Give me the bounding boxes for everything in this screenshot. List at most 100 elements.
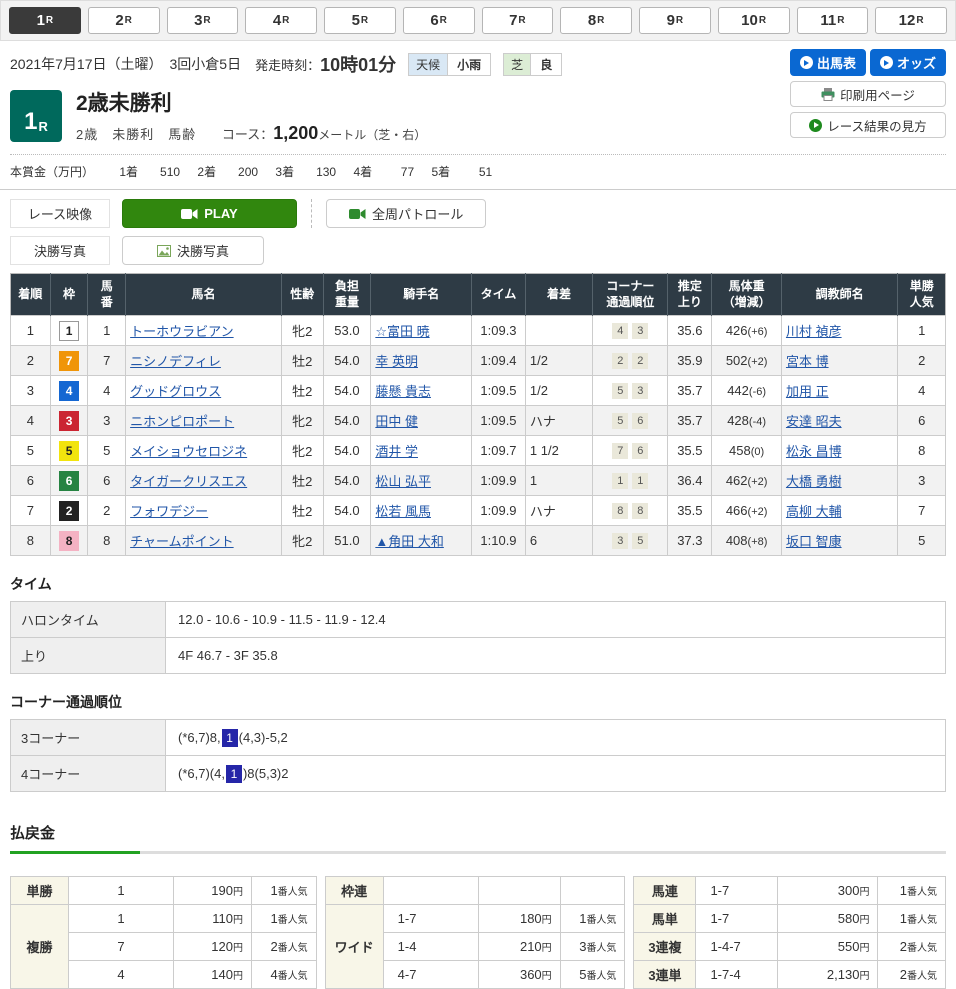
print-page-button[interactable]: 印刷用ページ: [790, 81, 946, 107]
col-horse-number: 馬 番: [88, 274, 126, 316]
trainer-link[interactable]: 松永 昌博: [786, 444, 842, 459]
trainer-link[interactable]: 川村 禎彦: [786, 324, 842, 339]
table-row: 馬連 1-7 300円 1番人気: [634, 877, 946, 905]
payout-table-win-place: 単勝 1 190円 1番人気 複勝 1 110円 1番人気 7 120円 2番人…: [10, 876, 317, 989]
table-header-row: 着順 枠 馬 番 馬名 性齢 負担 重量 騎手名 タイム 着差 コーナー 通過順…: [11, 274, 946, 316]
frame-badge: 4: [59, 381, 79, 401]
payout-section: 払戻金 単勝 1 190円 1番人気 複勝 1 110円 1番人気: [10, 822, 946, 989]
corner-4-order: (*6,7)(4,1)8(5,3)2: [166, 756, 946, 792]
race-tab-4[interactable]: 4R: [245, 7, 317, 34]
exacta-label: 馬単: [634, 905, 696, 933]
last-furlongs-label: 上り: [11, 638, 166, 674]
jockey-link[interactable]: 松山 弘平: [375, 474, 431, 489]
weather-badge: 天候 小雨: [408, 53, 491, 76]
trainer-link[interactable]: 高柳 大輔: [786, 504, 842, 519]
table-row: 8 8 8 チャームポイント 牝2 51.0 ▲角田 大和 1:10.9 6 3…: [11, 526, 946, 556]
race-number-badge: 1R: [10, 90, 62, 142]
jockey-link[interactable]: 松若 風馬: [375, 504, 431, 519]
start-time-label: 発走時刻：: [255, 55, 320, 74]
race-conditions: 2歳 未勝利 馬齢 コース：1,200メートル（芝・右）: [76, 123, 426, 144]
table-row: 単勝 1 190円 1番人気: [11, 877, 317, 905]
trifecta-label: 3連単: [634, 961, 696, 989]
table-row: 2 7 7 ニシノデフィレ 牡2 54.0 幸 英明 1:09.4 1/2 22…: [11, 346, 946, 376]
jockey-link[interactable]: ☆富田 暁: [375, 324, 429, 339]
col-margin: 着差: [525, 274, 592, 316]
race-tab-3[interactable]: 3R: [167, 7, 239, 34]
horse-link[interactable]: トーホウラビアン: [130, 324, 233, 339]
trainer-link[interactable]: 加用 正: [786, 384, 829, 399]
tab-label: 9: [667, 12, 675, 29]
jockey-link[interactable]: 田中 健: [375, 414, 418, 429]
table-row: 上り 4F 46.7 - 3F 35.8: [11, 638, 946, 674]
win-label: 単勝: [11, 877, 69, 905]
horse-link[interactable]: ニシノデフィレ: [130, 354, 221, 369]
race-tab-9[interactable]: 9R: [639, 7, 711, 34]
horse-link[interactable]: グッドグロウス: [130, 384, 221, 399]
frame-badge: 7: [59, 351, 79, 371]
trio-label: 3連複: [634, 933, 696, 961]
race-tab-10[interactable]: 10R: [718, 7, 790, 34]
table-row: 4 3 3 ニホンピロポート 牝2 54.0 田中 健 1:09.5 ハナ 56…: [11, 406, 946, 436]
furlong-time-label: ハロンタイム: [11, 602, 166, 638]
col-corner-order: コーナー 通過順位: [593, 274, 668, 316]
finish-photo-button[interactable]: 決勝写真: [122, 236, 264, 265]
results-guide-button[interactable]: レース結果の見方: [790, 112, 946, 138]
horse-link[interactable]: フォワデジー: [130, 504, 208, 519]
horse-link[interactable]: チャームポイント: [130, 534, 233, 549]
corner-section: コーナー通過順位 3コーナー (*6,7)8,1(4,3)-5,2 4コーナー …: [10, 692, 946, 792]
results-table: 着順 枠 馬 番 馬名 性齢 負担 重量 騎手名 タイム 着差 コーナー 通過順…: [10, 273, 946, 556]
race-tab-11[interactable]: 11R: [797, 7, 869, 34]
photo-icon: [157, 245, 171, 257]
race-tab-2[interactable]: 2R: [88, 7, 160, 34]
odds-button[interactable]: オッズ: [870, 49, 946, 76]
race-tab-bar: 1R 2R 3R 4R 5R 6R 7R 8R 9R 10R 11R 12R: [0, 0, 956, 41]
course-label: コース：: [222, 127, 273, 142]
jockey-link[interactable]: 幸 英明: [375, 354, 418, 369]
jockey-link[interactable]: 酒井 学: [375, 444, 418, 459]
arrow-circle-icon: [880, 56, 893, 69]
jockey-link[interactable]: 藤懸 貴志: [375, 384, 431, 399]
trainer-link[interactable]: 宮本 博: [786, 354, 829, 369]
section-title: 払戻金: [10, 822, 946, 843]
race-tab-6[interactable]: 6R: [403, 7, 475, 34]
frame-badge: 5: [59, 441, 79, 461]
frame-badge: 6: [59, 471, 79, 491]
trainer-link[interactable]: 坂口 智康: [786, 534, 842, 549]
arrow-circle-icon: [809, 119, 822, 132]
winner-highlight: 1: [226, 765, 242, 783]
entry-table-button[interactable]: 出馬表: [790, 49, 866, 76]
horse-link[interactable]: メイショウセロジネ: [130, 444, 247, 459]
winner-highlight: 1: [222, 729, 238, 747]
race-tab-1[interactable]: 1R: [9, 7, 81, 34]
race-tab-12[interactable]: 12R: [875, 7, 947, 34]
col-jockey: 騎手名: [371, 274, 472, 316]
horse-link[interactable]: ニホンピロポート: [130, 414, 234, 429]
tab-label: 1: [37, 12, 45, 29]
table-row: ワイド 1-7 180円 1番人気: [325, 905, 625, 933]
divider: [0, 189, 956, 190]
race-tab-7[interactable]: 7R: [482, 7, 554, 34]
horse-link[interactable]: タイガークリスエス: [130, 474, 247, 489]
tab-label: 8: [588, 12, 596, 29]
col-last-3f: 推定 上り: [668, 274, 712, 316]
jockey-link[interactable]: ▲角田 大和: [375, 534, 443, 549]
turf-condition-badge: 芝 良: [503, 53, 562, 76]
col-frame: 枠: [50, 274, 88, 316]
patrol-video-button[interactable]: 全周パトロール: [326, 199, 486, 228]
play-video-button[interactable]: PLAY: [122, 199, 297, 228]
turf-value: 良: [530, 54, 561, 75]
trainer-link[interactable]: 安達 昭夫: [786, 414, 842, 429]
corner-3-label: 3コーナー: [11, 720, 166, 756]
col-popularity: 単勝 人気: [898, 274, 946, 316]
arrow-circle-icon: [800, 56, 813, 69]
tab-label: 11: [820, 12, 836, 29]
table-row: 3連単 1-7-4 2,130円 2番人気: [634, 961, 946, 989]
table-row: 5 5 5 メイショウセロジネ 牝2 54.0 酒井 学 1:09.7 1 1/…: [11, 436, 946, 466]
tab-label: 12: [899, 12, 916, 29]
last-furlongs-value: 4F 46.7 - 3F 35.8: [166, 638, 946, 674]
frame-badge: 3: [59, 411, 79, 431]
tab-label: 6: [430, 12, 438, 29]
trainer-link[interactable]: 大橋 勇樹: [786, 474, 842, 489]
race-tab-8[interactable]: 8R: [560, 7, 632, 34]
race-tab-5[interactable]: 5R: [324, 7, 396, 34]
